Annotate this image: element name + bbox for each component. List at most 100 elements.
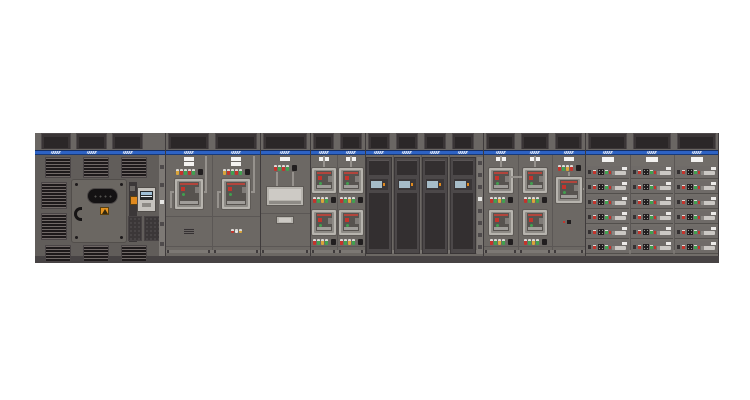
top-compartment (112, 133, 143, 149)
top-compartment-window (558, 137, 579, 148)
indicator-lamp-amber (532, 197, 535, 203)
rail-tick (214, 250, 216, 253)
top-compartment-window (591, 137, 624, 148)
indicator-lamp-green (650, 200, 653, 204)
bus-drop (217, 191, 219, 208)
top-compartment-window (343, 137, 359, 148)
bus-riser (323, 156, 325, 167)
breaker-base-strip (528, 185, 542, 188)
drawer-handle (612, 201, 626, 205)
hmi-display (398, 179, 416, 190)
rail-latch (478, 185, 482, 189)
selector-switch (576, 165, 581, 171)
top-compartment (677, 133, 716, 149)
indicator-lamp-red (682, 230, 685, 234)
handle-notch (701, 246, 704, 250)
hmi-power-led (383, 183, 385, 186)
indicator-lamp-red-small (698, 231, 700, 234)
top-compartment (555, 133, 582, 149)
door-lower-window (453, 193, 473, 249)
drawer-label-tick (711, 167, 716, 170)
horizontal-divider (260, 246, 310, 247)
door-lower-window (397, 193, 417, 249)
controller-door (450, 157, 476, 254)
brand-logo-icon (374, 151, 385, 154)
meter-stem (276, 172, 278, 186)
switchgear-lineup-illustration (0, 0, 750, 400)
meter-screen-bar (141, 192, 152, 195)
hmi-display (426, 179, 444, 190)
breaker-base-strip (344, 227, 358, 230)
rail-tick (306, 250, 308, 253)
hmi-display (370, 179, 388, 190)
breaker-charge-handle (242, 187, 246, 193)
indicator-lamp-green (605, 200, 608, 204)
breaker-charge-handle (328, 176, 332, 182)
breaker-status-lamp (563, 191, 566, 194)
breaker-trip-unit (181, 187, 185, 191)
transducer-face (269, 189, 301, 200)
breaker-base-strip (317, 185, 331, 188)
drawer-handle (612, 231, 626, 235)
indicator-lamp-red (682, 200, 685, 204)
rail-latch-lit (478, 197, 482, 201)
handle-notch (612, 216, 615, 220)
breaker-trip-unit (318, 176, 322, 180)
drawer-handle (612, 171, 626, 175)
mcc-drawer (631, 166, 673, 179)
door-top-window (453, 160, 473, 175)
bus-riser (205, 156, 207, 193)
handle-notch (612, 201, 615, 205)
transducer-box (266, 186, 304, 206)
indicator-lamp-amber (321, 197, 324, 203)
indicator-lamp-red-small (654, 231, 656, 234)
warning-label-icon (100, 207, 109, 215)
drawer-label-tick (622, 197, 627, 200)
mcc-drawer (631, 226, 673, 239)
drawer-control-block (598, 169, 604, 175)
top-compartment-window (79, 137, 104, 148)
breaker-rating-band (317, 172, 331, 174)
indicator-lamp-red (638, 215, 641, 219)
indicator-lamp-red (682, 185, 685, 189)
indicator-lamp-green (650, 170, 653, 174)
top-compartment-window (636, 137, 668, 148)
drawer-handle (701, 246, 715, 250)
indicator-lamp-green (502, 239, 505, 245)
drawer-label-tick (666, 212, 671, 215)
column-divider (552, 155, 553, 250)
section-seam (585, 133, 586, 256)
rail-tick (548, 250, 550, 253)
indicator-lamp-green (494, 197, 497, 203)
breaker-trip-unit (529, 176, 533, 180)
indicator-lamp-green (694, 185, 697, 189)
warning-triangle-icon (102, 209, 108, 214)
indicator-lamp-green (536, 239, 539, 245)
screw-icon (75, 236, 78, 239)
rail-latch (478, 173, 482, 177)
circuit-breaker (221, 178, 251, 210)
drawer-label-tick (622, 182, 627, 185)
breaker-rating-band (528, 172, 542, 174)
indicator-lamp-amber (566, 165, 569, 171)
drawer-control-block (687, 229, 693, 235)
breaker-rating-band (344, 172, 358, 174)
breaker-trip-unit (529, 218, 533, 222)
circuit-breaker (338, 167, 364, 194)
control-cabinet (35, 155, 165, 256)
rail-latch (160, 242, 164, 246)
indicator-lamp-red (235, 169, 238, 175)
bus-riser (350, 156, 352, 167)
horizontal-divider (260, 213, 310, 214)
vent-grille (121, 157, 147, 178)
indicator-lamp-red (558, 165, 561, 171)
lower-indicator-lamp (563, 221, 565, 223)
indicator-lamp-green (536, 197, 539, 203)
breaker-trip-unit (562, 185, 566, 189)
brand-logo-icon (86, 151, 97, 154)
breaker-trip-unit (345, 176, 349, 180)
indicator-lamp-green (605, 170, 608, 174)
drawer-latch (633, 230, 636, 234)
indicator-lamp-green (344, 197, 347, 203)
indicator-lamp-green (317, 239, 320, 245)
